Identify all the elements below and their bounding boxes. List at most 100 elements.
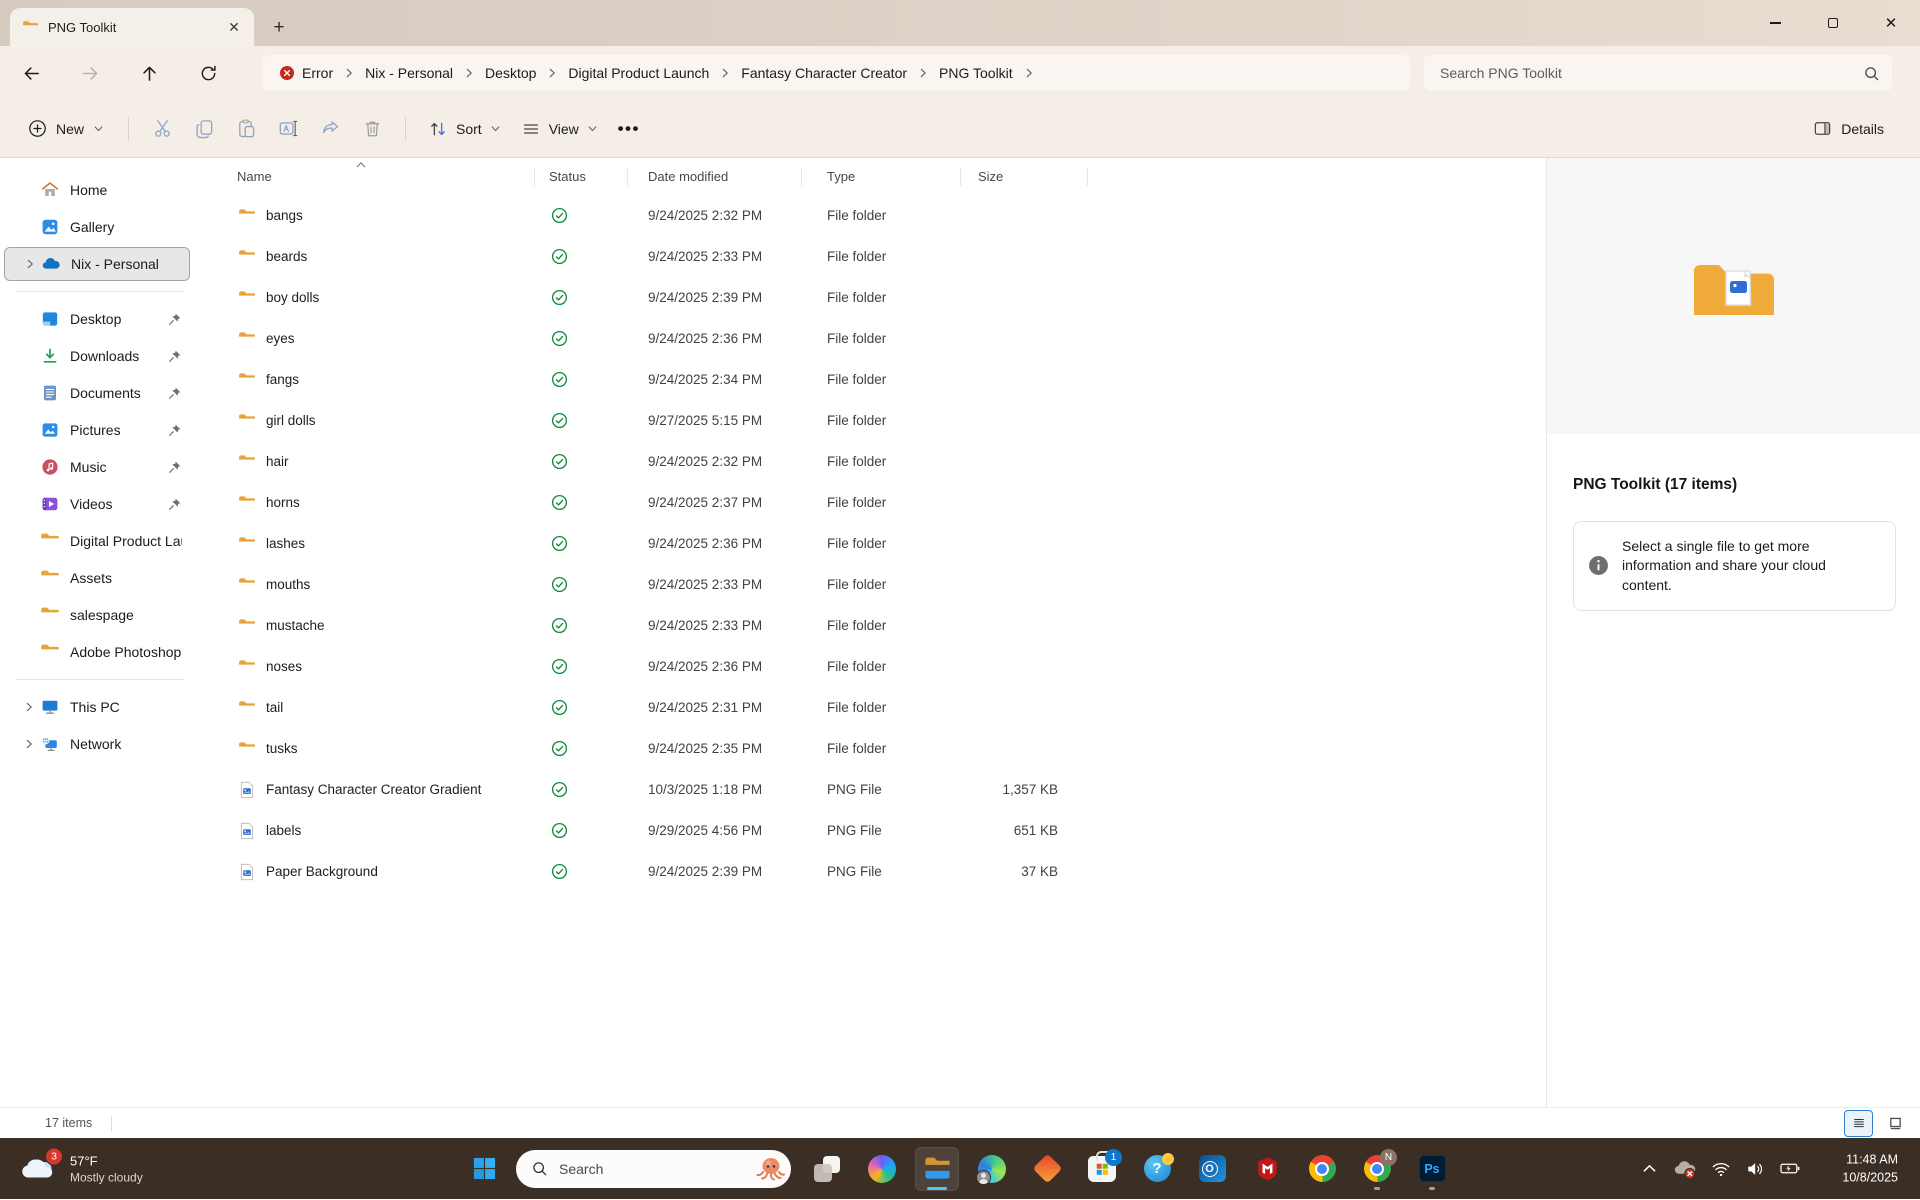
- sidebar-item-assets[interactable]: Assets: [4, 561, 190, 595]
- new-button[interactable]: New: [16, 111, 116, 147]
- file-name-cell[interactable]: Fantasy Character Creator Gradient: [223, 769, 535, 810]
- file-explorer-button[interactable]: [915, 1146, 959, 1191]
- battery-icon[interactable]: [1779, 1158, 1802, 1179]
- file-name-cell[interactable]: bangs: [223, 195, 535, 236]
- copy-button[interactable]: [183, 111, 225, 147]
- forward-button[interactable]: [73, 56, 107, 90]
- paste-button[interactable]: [225, 111, 267, 147]
- outlook-button[interactable]: O: [1190, 1147, 1234, 1191]
- file-name-cell[interactable]: hair: [223, 441, 535, 482]
- file-name-cell[interactable]: Paper Background: [223, 851, 535, 892]
- get-help-button[interactable]: ?: [1135, 1147, 1179, 1191]
- file-name-cell[interactable]: horns: [223, 482, 535, 523]
- expand-chevron[interactable]: [18, 701, 40, 713]
- details-pane-toggle[interactable]: Details: [1805, 111, 1892, 147]
- sidebar-item-adobe-photoshop[interactable]: Adobe Photoshop: [4, 635, 190, 669]
- tab-close-icon[interactable]: ✕: [222, 15, 246, 39]
- search-box[interactable]: [1424, 55, 1892, 91]
- breadcrumb-item-fantasy-character-creator[interactable]: Fantasy Character Creator: [733, 61, 915, 85]
- more-options-button[interactable]: •••: [608, 111, 650, 147]
- file-row[interactable]: mustache 9/24/2025 2:33 PM File folder: [223, 605, 1546, 646]
- file-row[interactable]: tusks 9/24/2025 2:35 PM File folder: [223, 728, 1546, 769]
- edge-button[interactable]: [970, 1147, 1014, 1191]
- file-name-cell[interactable]: mustache: [223, 605, 535, 646]
- explorer-tab[interactable]: PNG Toolkit ✕: [10, 8, 254, 46]
- view-button[interactable]: View: [511, 111, 608, 147]
- sidebar-item-gallery[interactable]: Gallery: [4, 210, 190, 244]
- column-header-date-modified[interactable]: Date modified: [628, 158, 802, 195]
- breadcrumb-item-png-toolkit[interactable]: PNG Toolkit: [931, 61, 1021, 85]
- maximize-button[interactable]: [1804, 0, 1862, 46]
- breadcrumb[interactable]: Error Nix - Personal Desktop Digital Produc…: [263, 55, 1410, 91]
- file-row[interactable]: beards 9/24/2025 2:33 PM File folder: [223, 236, 1546, 277]
- file-name-cell[interactable]: labels: [223, 810, 535, 851]
- delete-button[interactable]: [351, 111, 393, 147]
- sidebar-item-nix-personal[interactable]: Nix - Personal: [4, 247, 190, 281]
- column-header-status[interactable]: Status: [535, 158, 628, 195]
- file-row[interactable]: mouths 9/24/2025 2:33 PM File folder: [223, 564, 1546, 605]
- share-button[interactable]: [309, 111, 351, 147]
- file-name-cell[interactable]: beards: [223, 236, 535, 277]
- file-row[interactable]: labels 9/29/2025 4:56 PM PNG File 651 KB: [223, 810, 1546, 851]
- sidebar-item-videos[interactable]: Videos: [4, 487, 190, 521]
- breadcrumb-item-nix-personal[interactable]: Nix - Personal: [357, 61, 461, 85]
- sidebar-item-music[interactable]: Music: [4, 450, 190, 484]
- file-row[interactable]: Paper Background 9/24/2025 2:39 PM PNG Fil…: [223, 851, 1546, 892]
- file-row[interactable]: noses 9/24/2025 2:36 PM File folder: [223, 646, 1546, 687]
- expand-chevron[interactable]: [19, 258, 41, 270]
- file-row[interactable]: tail 9/24/2025 2:31 PM File folder: [223, 687, 1546, 728]
- expand-chevron[interactable]: [18, 738, 40, 750]
- photoshop-button[interactable]: Ps: [1410, 1147, 1454, 1191]
- chrome-button[interactable]: [1300, 1147, 1344, 1191]
- sidebar-item-home[interactable]: Home: [4, 173, 190, 207]
- copilot-button[interactable]: [860, 1147, 904, 1191]
- file-row[interactable]: fangs 9/24/2025 2:34 PM File folder: [223, 359, 1546, 400]
- file-name-cell[interactable]: tail: [223, 687, 535, 728]
- onedrive-error-icon[interactable]: [1673, 1157, 1697, 1181]
- breadcrumb-item-digital-product-launch[interactable]: Digital Product Launch: [560, 61, 717, 85]
- up-button[interactable]: [132, 56, 166, 90]
- file-row[interactable]: horns 9/24/2025 2:37 PM File folder: [223, 482, 1546, 523]
- file-name-cell[interactable]: fangs: [223, 359, 535, 400]
- column-header-name[interactable]: Name: [223, 158, 535, 195]
- file-name-cell[interactable]: mouths: [223, 564, 535, 605]
- rename-button[interactable]: [267, 111, 309, 147]
- file-row[interactable]: eyes 9/24/2025 2:36 PM File folder: [223, 318, 1546, 359]
- volume-icon[interactable]: [1745, 1159, 1765, 1179]
- breadcrumb-item-desktop[interactable]: Desktop: [477, 61, 544, 85]
- sidebar-item-desktop[interactable]: Desktop: [4, 302, 190, 336]
- sidebar-item-pictures[interactable]: Pictures: [4, 413, 190, 447]
- chrome-profile-button[interactable]: N: [1355, 1147, 1399, 1191]
- file-name-cell[interactable]: boy dolls: [223, 277, 535, 318]
- minimize-button[interactable]: [1746, 0, 1804, 46]
- new-tab-button[interactable]: +: [266, 15, 292, 41]
- close-button[interactable]: ✕: [1862, 0, 1920, 46]
- file-row[interactable]: Fantasy Character Creator Gradient 10/3/2…: [223, 769, 1546, 810]
- thumbnail-view-toggle[interactable]: [1882, 1111, 1909, 1136]
- weather-widget[interactable]: 3 57°F Mostly cloudy: [22, 1147, 143, 1184]
- file-name-cell[interactable]: eyes: [223, 318, 535, 359]
- office-diamond-button[interactable]: [1025, 1147, 1069, 1191]
- sidebar-item-network[interactable]: Network: [4, 727, 190, 761]
- column-header-type[interactable]: Type: [802, 158, 961, 195]
- cut-button[interactable]: [141, 111, 183, 147]
- tray-chevron-up-icon[interactable]: [1640, 1159, 1659, 1178]
- sidebar-item-digital-product-lau[interactable]: Digital Product Lau: [4, 524, 190, 558]
- sidebar-item-downloads[interactable]: Downloads: [4, 339, 190, 373]
- search-input[interactable]: [1440, 65, 1863, 81]
- refresh-button[interactable]: [191, 56, 225, 90]
- wifi-icon[interactable]: [1711, 1159, 1731, 1179]
- task-view-button[interactable]: [805, 1147, 849, 1191]
- back-button[interactable]: [14, 56, 48, 90]
- sidebar-item-salespage[interactable]: salespage: [4, 598, 190, 632]
- column-header-size[interactable]: Size: [961, 158, 1088, 195]
- file-row[interactable]: boy dolls 9/24/2025 2:39 PM File folder: [223, 277, 1546, 318]
- breadcrumb-item-error[interactable]: Error: [271, 61, 341, 85]
- taskbar-search[interactable]: Search: [516, 1149, 791, 1188]
- file-name-cell[interactable]: tusks: [223, 728, 535, 769]
- file-row[interactable]: lashes 9/24/2025 2:36 PM File folder: [223, 523, 1546, 564]
- file-name-cell[interactable]: girl dolls: [223, 400, 535, 441]
- start-button[interactable]: [462, 1147, 506, 1191]
- taskbar-clock[interactable]: 11:48 AM 10/8/2025: [1842, 1150, 1898, 1188]
- file-name-cell[interactable]: lashes: [223, 523, 535, 564]
